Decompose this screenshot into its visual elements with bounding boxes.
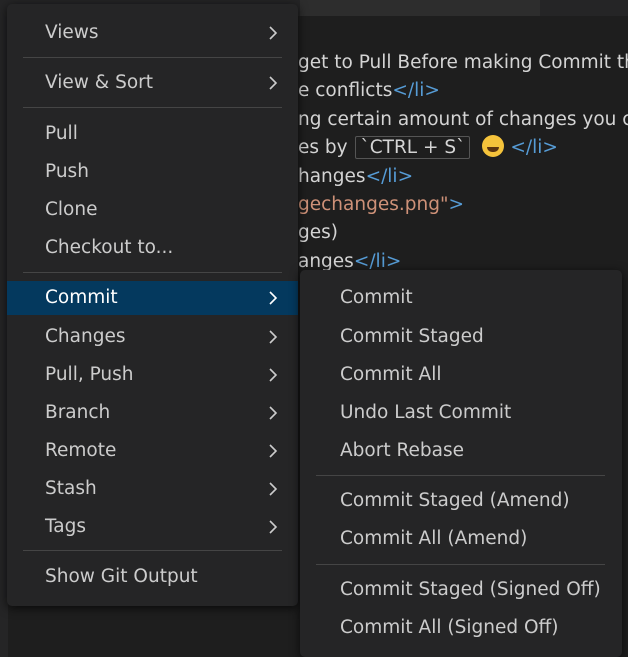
menu-item-clone[interactable]: Clone xyxy=(7,193,298,227)
menu-item-views[interactable]: Views xyxy=(7,16,298,50)
editor-line: es by `CTRL + S` </li> xyxy=(298,135,558,159)
menu-item-view-sort[interactable]: View & Sort xyxy=(7,66,298,100)
menu-separator xyxy=(316,564,605,565)
editor-line: ges) xyxy=(298,222,338,243)
submenu-item-commit-staged-signed-off[interactable]: Commit Staged (Signed Off) xyxy=(300,573,622,607)
submenu-item-commit[interactable]: Commit xyxy=(300,281,622,315)
editor-line: ng certain amount of changes you ca xyxy=(298,109,628,130)
menu-item-branch[interactable]: Branch xyxy=(7,396,298,430)
editor-line: gechanges.png"> xyxy=(298,194,464,215)
inline-code: `CTRL + S` xyxy=(355,136,471,159)
menu-separator xyxy=(23,107,282,108)
source-control-context-menu: Views View & Sort Pull Push Clone Checko… xyxy=(7,4,298,606)
submenu-item-undo-last-commit[interactable]: Undo Last Commit xyxy=(300,396,622,430)
chevron-right-icon xyxy=(268,281,280,315)
menu-item-changes[interactable]: Changes xyxy=(7,320,298,354)
submenu-item-commit-all[interactable]: Commit All xyxy=(300,358,622,392)
chevron-right-icon xyxy=(268,320,280,354)
menu-item-commit[interactable]: Commit xyxy=(7,281,298,315)
menu-item-show-git-output[interactable]: Show Git Output xyxy=(7,560,298,594)
menu-separator xyxy=(316,475,605,476)
submenu-item-abort-rebase[interactable]: Abort Rebase xyxy=(300,434,622,468)
editor-line: get to Pull Before making Commit th xyxy=(298,52,628,73)
chevron-right-icon xyxy=(268,434,280,468)
menu-separator xyxy=(23,272,282,273)
menu-item-pull[interactable]: Pull xyxy=(7,117,298,151)
submenu-item-commit-all-amend[interactable]: Commit All (Amend) xyxy=(300,522,622,556)
chevron-right-icon xyxy=(268,66,280,100)
menu-item-checkout[interactable]: Checkout to... xyxy=(7,231,298,265)
commit-submenu: Commit Commit Staged Commit All Undo Las… xyxy=(300,270,622,657)
menu-item-stash[interactable]: Stash xyxy=(7,472,298,506)
chevron-right-icon xyxy=(268,510,280,544)
menu-separator xyxy=(23,57,282,58)
menu-separator xyxy=(23,550,282,551)
submenu-item-commit-staged[interactable]: Commit Staged xyxy=(300,320,622,354)
menu-item-push[interactable]: Push xyxy=(7,155,298,189)
editor-line: e conflicts</li> xyxy=(298,80,440,101)
menu-item-remote[interactable]: Remote xyxy=(7,434,298,468)
editor-line: hanges</li> xyxy=(298,166,414,187)
editor-tab[interactable] xyxy=(300,0,540,16)
submenu-item-commit-staged-amend[interactable]: Commit Staged (Amend) xyxy=(300,484,622,518)
chevron-right-icon xyxy=(268,396,280,430)
grinning-sweat-emoji-icon xyxy=(482,135,505,157)
menu-item-tags[interactable]: Tags xyxy=(7,510,298,544)
menu-item-pull-push[interactable]: Pull, Push xyxy=(7,358,298,392)
chevron-right-icon xyxy=(268,358,280,392)
submenu-item-commit-all-signed-off[interactable]: Commit All (Signed Off) xyxy=(300,611,622,645)
chevron-right-icon xyxy=(268,472,280,506)
chevron-right-icon xyxy=(268,16,280,50)
